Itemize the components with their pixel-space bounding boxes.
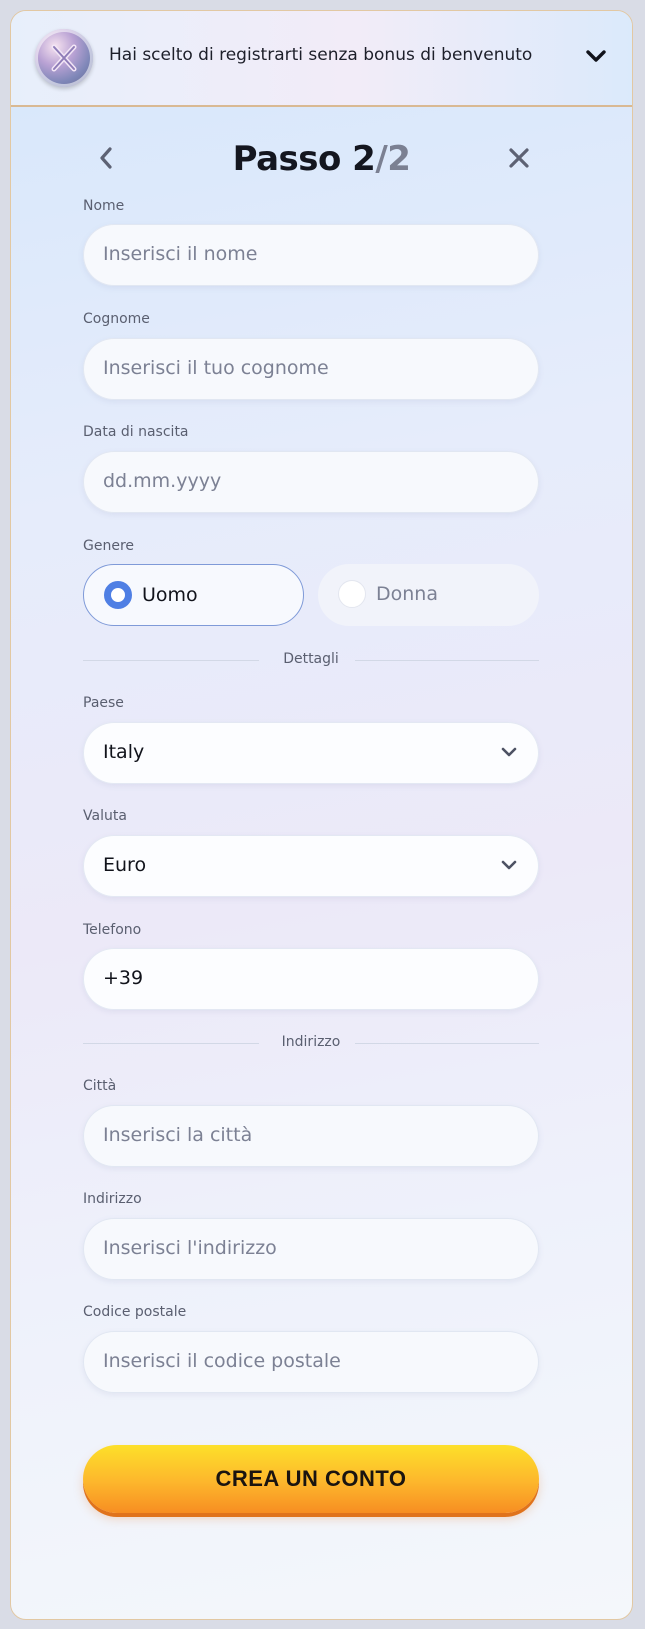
postal-code-input[interactable]: Inserisci il codice postale xyxy=(83,1331,539,1393)
registration-panel: Hai scelto di registrarti senza bonus di… xyxy=(10,10,633,1620)
country-select[interactable]: Italy xyxy=(83,722,539,784)
bonus-banner[interactable]: Hai scelto di registrarti senza bonus di… xyxy=(11,11,632,107)
cognome-input[interactable]: Inserisci il tuo cognome xyxy=(83,338,539,400)
birthdate-label: Data di nascita xyxy=(83,424,189,440)
radio-selected-icon xyxy=(104,581,132,609)
section-divider-address: Indirizzo xyxy=(83,1034,539,1052)
create-account-label: CREA UN CONTO xyxy=(215,1466,407,1491)
step-total: 2 xyxy=(387,139,411,179)
section-title: Dettagli xyxy=(283,651,339,667)
bonus-banner-text: Hai scelto di registrarti senza bonus di… xyxy=(109,45,533,65)
nome-label: Nome xyxy=(83,198,125,214)
gender-label: Genere xyxy=(83,538,135,554)
section-title: Indirizzo xyxy=(281,1034,341,1050)
cognome-label: Cognome xyxy=(83,311,150,327)
gender-option-donna[interactable]: Donna xyxy=(318,564,539,626)
bonus-coin-icon xyxy=(35,29,93,87)
step-header: Passo 2/2 xyxy=(11,129,632,189)
country-label: Paese xyxy=(83,695,124,711)
chevron-down-icon[interactable] xyxy=(586,48,606,67)
nome-input[interactable]: Inserisci il nome xyxy=(83,224,539,286)
address-label: Indirizzo xyxy=(83,1191,142,1207)
section-divider-details: Dettagli xyxy=(83,651,539,669)
nome-placeholder: Inserisci il nome xyxy=(103,243,258,265)
currency-value: Euro xyxy=(103,854,147,876)
step-current: Passo 2 xyxy=(232,139,376,179)
postal-code-label: Codice postale xyxy=(83,1304,187,1320)
city-label: Città xyxy=(83,1078,117,1094)
phone-value: +39 xyxy=(103,967,144,989)
close-icon xyxy=(509,148,529,168)
radio-unselected-icon xyxy=(338,580,366,608)
close-button[interactable] xyxy=(505,143,533,173)
birthdate-placeholder: dd.mm.yyyy xyxy=(103,470,222,492)
country-value: Italy xyxy=(103,741,145,763)
postal-code-placeholder: Inserisci il codice postale xyxy=(103,1350,341,1372)
city-input[interactable]: Inserisci la città xyxy=(83,1105,539,1167)
address-placeholder: Inserisci l'indirizzo xyxy=(103,1237,277,1259)
currency-label: Valuta xyxy=(83,808,127,824)
currency-select[interactable]: Euro xyxy=(83,835,539,897)
phone-label: Telefono xyxy=(83,922,142,938)
phone-input[interactable]: +39 xyxy=(83,948,539,1010)
gender-option-label: Uomo xyxy=(142,584,198,606)
chevron-down-icon xyxy=(501,860,517,870)
city-placeholder: Inserisci la città xyxy=(103,1124,253,1146)
gender-option-uomo[interactable]: Uomo xyxy=(83,564,304,626)
address-input[interactable]: Inserisci l'indirizzo xyxy=(83,1218,539,1280)
cognome-placeholder: Inserisci il tuo cognome xyxy=(103,357,329,379)
page-title: Passo 2/2 xyxy=(11,139,632,179)
gender-option-label: Donna xyxy=(376,583,438,605)
chevron-down-icon xyxy=(501,747,517,757)
step-separator: / xyxy=(375,139,388,179)
create-account-button[interactable]: CREA UN CONTO xyxy=(83,1445,539,1513)
birthdate-input[interactable]: dd.mm.yyyy xyxy=(83,451,539,513)
